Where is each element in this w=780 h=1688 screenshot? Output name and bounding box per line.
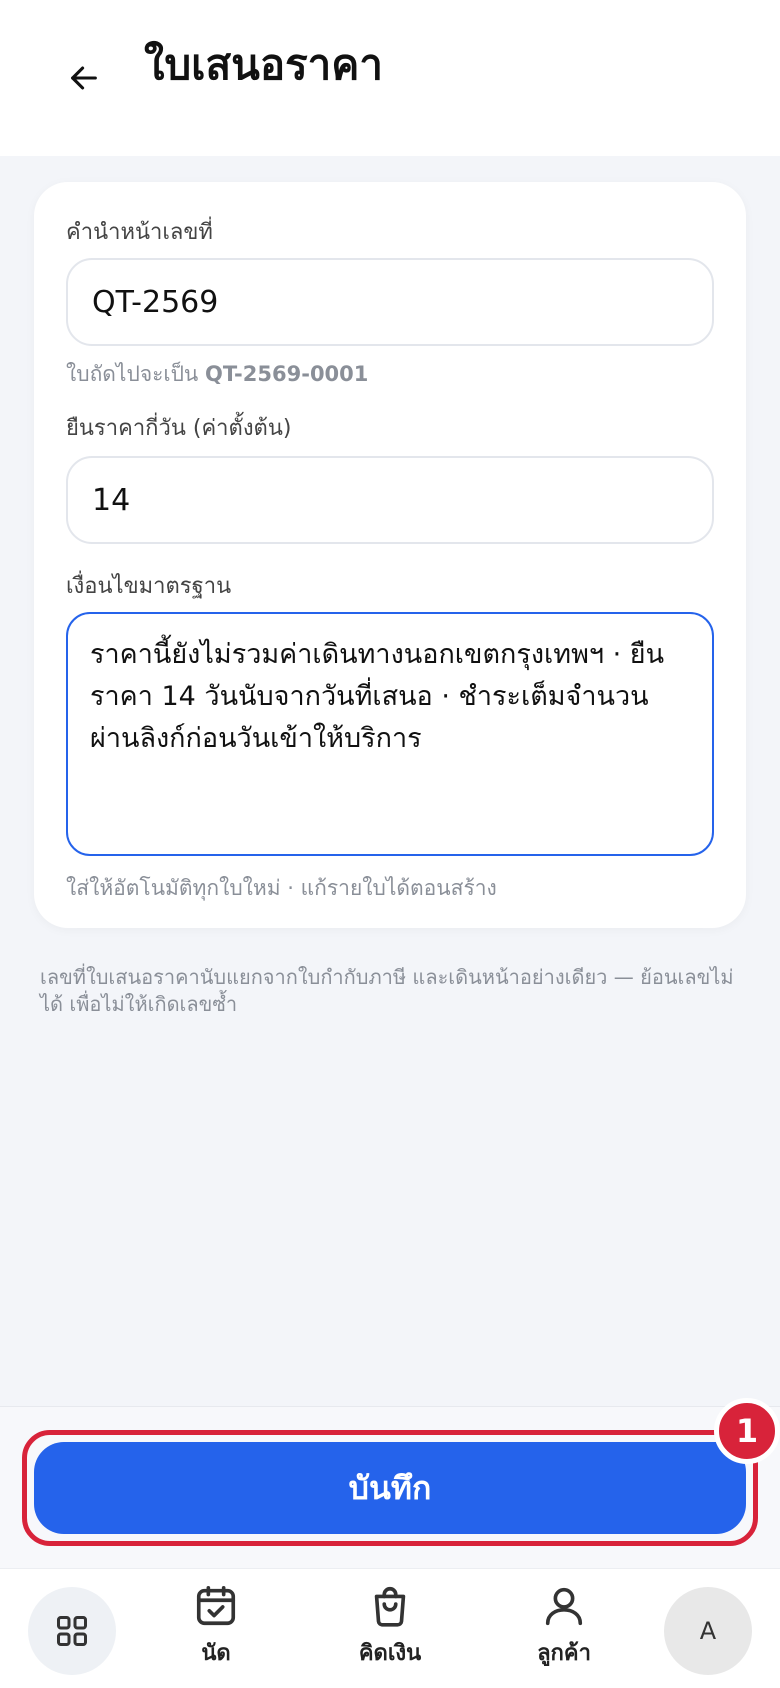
prefix-hint: ใบถัดไปจะเป็น QT-2569-0001 (66, 358, 368, 391)
page-title: ใบเสนอราคา (144, 40, 383, 89)
nav-checkout[interactable]: คิดเงิน (320, 1583, 460, 1683)
prefix-label: คำนำหน้าเลขที่ (66, 220, 213, 245)
back-button[interactable] (56, 50, 112, 106)
bottom-nav: นัด คิดเงิน ลูกค้า A (0, 1568, 780, 1688)
terms-textarea[interactable]: ราคานี้ยังไม่รวมค่าเดินทางนอกเขตกรุงเทพฯ… (66, 612, 714, 856)
save-button[interactable]: บันทึก (34, 1442, 746, 1534)
terms-hint: ใส่ให้อัตโนมัติทุกใบใหม่ · แก้รายใบได้ตอ… (66, 876, 497, 900)
step-badge: 1 (714, 1398, 780, 1464)
header: ใบเสนอราคา (0, 0, 780, 156)
nav-appointments-label: นัด (201, 1641, 231, 1666)
prefix-hint-text: ใบถัดไปจะเป็น (66, 362, 199, 386)
prefix-input[interactable]: QT-2569 (66, 258, 714, 346)
nav-home[interactable] (28, 1587, 116, 1675)
nav-customers-label: ลูกค้า (537, 1641, 591, 1666)
calendar-check-icon (196, 1585, 236, 1626)
avatar[interactable]: A (664, 1587, 752, 1675)
nav-appointments[interactable]: นัด (146, 1583, 286, 1683)
shopping-bag-icon (374, 1586, 406, 1627)
user-icon (545, 1587, 583, 1626)
nav-customers[interactable]: ลูกค้า (494, 1583, 634, 1683)
prefix-hint-next: QT-2569-0001 (204, 362, 369, 386)
validity-input[interactable]: 14 (66, 456, 714, 544)
grid-icon (57, 1616, 87, 1646)
nav-checkout-label: คิดเงิน (358, 1641, 422, 1666)
footnote: เลขที่ใบเสนอราคานับแยกจากใบกำกับภาษี และ… (40, 965, 734, 1016)
terms-label: เงื่อนไขมาตรฐาน (66, 574, 232, 599)
arrow-left-icon (71, 66, 97, 90)
validity-label: ยืนราคากี่วัน (ค่าตั้งต้น) (66, 416, 292, 441)
